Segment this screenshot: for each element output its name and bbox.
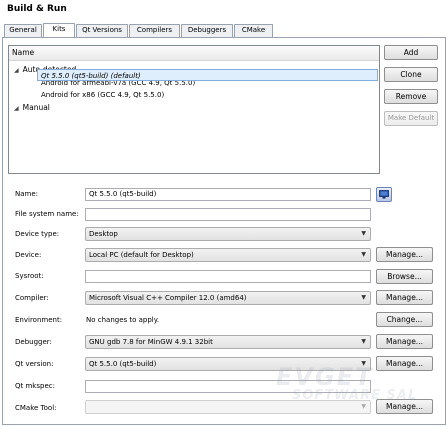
sysroot-field[interactable] (85, 270, 371, 283)
chevron-down-icon: ▼ (361, 251, 366, 258)
make-default-button[interactable]: Make Default (384, 111, 438, 126)
tree-group-manual[interactable]: ◢ Manual (14, 102, 50, 114)
tab-kits[interactable]: Kits (43, 23, 75, 37)
triangle-down-icon[interactable]: ◢ (14, 67, 19, 74)
device-type-label: Device type: (15, 230, 60, 238)
qt-mkspec-label: Qt mkspec: (15, 382, 55, 390)
tab-cmake[interactable]: CMake (234, 24, 273, 37)
qt-version-label: Qt version: (15, 360, 54, 368)
combo-value: Microsoft Visual C++ Compiler 12.0 (amd6… (89, 294, 247, 302)
qt-version-manage-button[interactable]: Manage... (376, 356, 433, 371)
combo-value: Local PC (default for Desktop) (89, 251, 194, 259)
monitor-icon (379, 190, 389, 199)
name-label: Name: (15, 190, 39, 198)
cmake-tool-label: CMake Tool: (15, 404, 57, 412)
tab-debuggers[interactable]: Debuggers (181, 24, 233, 37)
tree-item-android-x86[interactable]: Android for x86 (GCC 4.9, Qt 5.5.0) (41, 89, 164, 101)
name-field[interactable]: Qt 5.5.0 (qt5-build) (85, 188, 371, 201)
watermark-text: EVGET (276, 363, 374, 391)
watermark-subtext: SOFTWARE SAL (292, 388, 418, 403)
add-button[interactable]: Add (384, 45, 438, 60)
kit-tree[interactable]: Name ◢Auto-detected Android for armeabi-… (8, 45, 380, 174)
clone-button[interactable]: Clone (384, 67, 438, 82)
chevron-down-icon: ▼ (361, 338, 366, 345)
device-type-combo[interactable]: Desktop ▼ (85, 227, 371, 241)
environment-value: No changes to apply. (86, 316, 160, 324)
combo-value: Desktop (89, 230, 118, 238)
tab-qt-versions[interactable]: Qt Versions (76, 24, 128, 37)
device-combo[interactable]: Local PC (default for Desktop) ▼ (85, 248, 371, 262)
sysroot-label: Sysroot: (15, 272, 44, 280)
tab-general[interactable]: General (4, 24, 42, 37)
device-manage-button[interactable]: Manage... (376, 247, 433, 262)
kit-icon-button[interactable] (376, 187, 392, 202)
tree-item-qt-5-5-0-default[interactable]: Qt 5.5.0 (qt5-build) (default) (37, 69, 378, 81)
combo-value: GNU gdb 7.8 for MinGW 4.9.1 32bit (89, 338, 213, 346)
compiler-manage-button[interactable]: Manage... (376, 290, 433, 305)
tab-bar: General Kits Qt Versions Compilers Debug… (4, 23, 274, 37)
tab-compilers[interactable]: Compilers (129, 24, 180, 37)
debugger-label: Debugger: (15, 338, 52, 346)
tree-header-name[interactable]: Name (9, 46, 379, 61)
combo-value: Qt 5.5.0 (qt5-build) (89, 360, 157, 368)
file-system-name-label: File system name: (15, 210, 79, 218)
debugger-manage-button[interactable]: Manage... (376, 334, 433, 349)
window-title: Build & Run (7, 4, 67, 14)
environment-change-button[interactable]: Change... (376, 312, 433, 327)
device-label: Device: (15, 251, 42, 259)
environment-label: Environment: (15, 316, 63, 324)
debugger-combo[interactable]: GNU gdb 7.8 for MinGW 4.9.1 32bit ▼ (85, 335, 371, 349)
compiler-combo[interactable]: Microsoft Visual C++ Compiler 12.0 (amd6… (85, 291, 371, 305)
chevron-down-icon: ▼ (361, 294, 366, 301)
triangle-down-icon[interactable]: ◢ (14, 105, 19, 112)
chevron-down-icon: ▼ (361, 230, 366, 237)
tree-group-label: Manual (22, 103, 50, 112)
file-system-name-field[interactable] (85, 208, 371, 221)
remove-button[interactable]: Remove (384, 89, 438, 104)
sysroot-browse-button[interactable]: Browse... (376, 269, 433, 284)
compiler-label: Compiler: (15, 294, 49, 302)
